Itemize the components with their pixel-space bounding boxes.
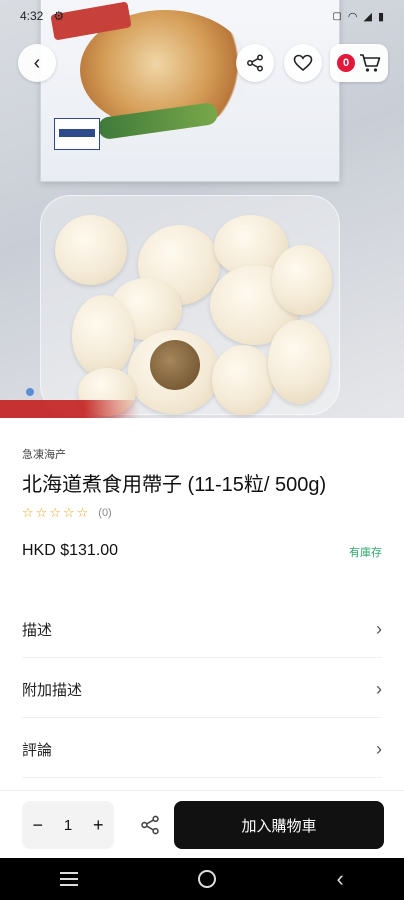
decrease-quantity-button[interactable]: − [32,815,43,836]
chevron-right-icon: › [376,739,382,759]
battery-icon: ▮ [377,10,384,23]
sim-icon: ▢ [332,10,342,22]
scallop [212,345,274,415]
rating-stars[interactable]: ☆ ☆ ☆ ☆ ☆ (0) [22,506,112,519]
brand-strip [0,400,140,418]
section-description[interactable]: 描述 › [22,602,382,658]
product-category[interactable]: 急凍海产 [22,446,66,462]
product-title: 北海道煮食用帶子 (11-15粒/ 500g) [22,474,327,496]
back-nav-icon[interactable]: ‹ [337,868,344,890]
wishlist-button[interactable] [284,44,322,82]
heart-icon [293,54,313,72]
increase-quantity-button[interactable]: + [93,815,104,836]
cart-icon [360,54,381,72]
status-time: 4:32 [20,9,44,23]
coin-graphic [150,340,200,390]
star-outline-icon: ☆ [49,505,61,520]
home-icon[interactable] [198,870,217,888]
chevron-right-icon: › [376,679,382,699]
section-additional-description[interactable]: 附加描述 › [22,662,382,718]
recent-apps-icon[interactable] [60,872,79,886]
chevron-right-icon: › [376,619,382,639]
scallop [55,215,127,285]
section-reviews[interactable]: 評論 › [22,722,382,778]
rating-count: (0) [98,506,112,519]
scallop [272,245,332,315]
bottom-action-bar: − 1 + 加入購物車 [0,790,404,858]
cart-count-badge: 0 [337,54,355,72]
section-label: 描述 [22,622,53,639]
star-outline-icon: ☆ [35,505,48,520]
carousel-indicator [26,388,34,396]
quantity-value[interactable]: 1 [64,817,72,834]
scallop [268,320,330,404]
product-price: HKD $131.00 [22,542,119,559]
section-label: 評論 [22,742,53,759]
gear-icon: ⚙ [53,9,65,23]
status-bar: 4:32 ⚙ ▢ ◠ ◢ ▮ [0,0,404,32]
wifi-icon: ◠ [347,10,358,23]
stock-status: 有庫存 [349,547,382,559]
cart-button[interactable]: 0 [330,44,388,82]
share-product-button[interactable] [136,811,164,839]
share-icon [247,54,263,72]
scallop [72,295,134,377]
star-outline-icon: ☆ [76,505,89,520]
signal-icon: ◢ [363,10,372,23]
system-nav-bar: ‹ [0,858,404,900]
section-label: 附加描述 [22,682,83,699]
share-icon [141,815,159,835]
star-outline-icon: ☆ [62,505,75,520]
chevron-left-icon: ‹ [33,51,41,74]
share-button[interactable] [236,44,274,82]
box-label [54,118,100,150]
back-button[interactable]: ‹ [18,44,56,82]
quantity-stepper: − 1 + [22,801,114,849]
star-outline-icon: ☆ [22,505,34,520]
add-to-cart-button[interactable]: 加入購物車 [174,801,384,849]
